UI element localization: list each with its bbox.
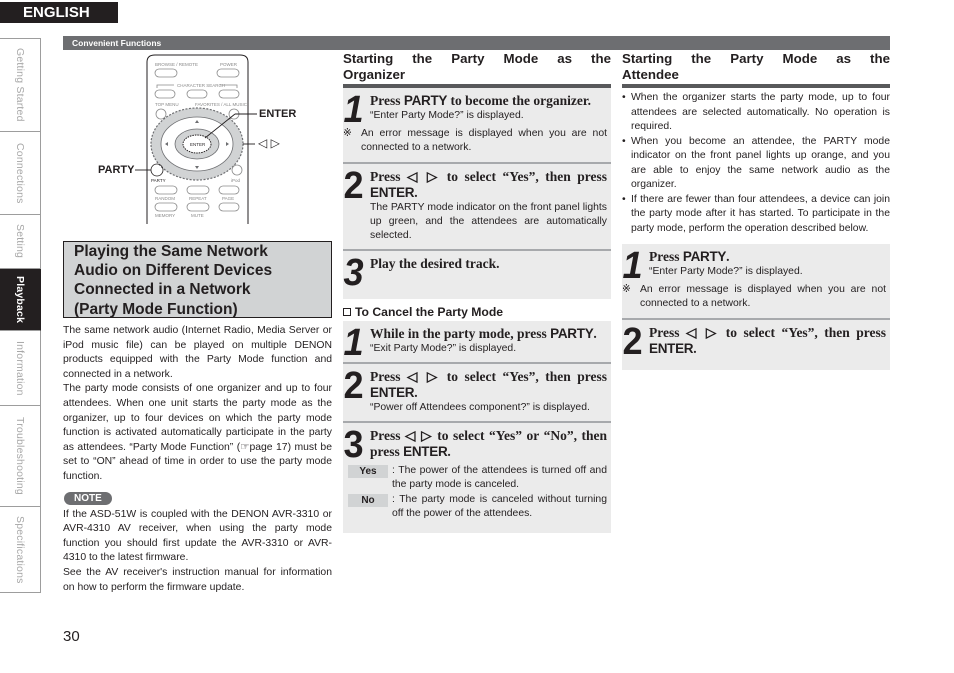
side-nav-information[interactable]: Information bbox=[0, 331, 41, 406]
step-number: 1 bbox=[622, 245, 643, 287]
enter-key: ENTER bbox=[403, 443, 448, 459]
step-number: 2 bbox=[343, 164, 364, 207]
step-title: Press ◁ ▷ to select “Yes”, then press EN… bbox=[370, 168, 607, 200]
party-key: PARTY bbox=[550, 325, 594, 341]
option-yes: Yes : The power of the attendees is turn… bbox=[348, 464, 607, 493]
remote-label-favorites: FAVORITES / ALL MUSIC bbox=[195, 102, 248, 107]
party-key: PARTY bbox=[403, 93, 448, 108]
bullet-item: If there are fewer than four attendees, … bbox=[622, 193, 890, 237]
attendee-heading: Starting the Party Mode as the Attendee bbox=[622, 51, 890, 88]
note-paragraph-2: See the AV receiver's instruction manual… bbox=[63, 566, 332, 593]
side-nav-getting-started[interactable]: Getting Started bbox=[0, 38, 41, 132]
party-key: PARTY bbox=[682, 249, 727, 264]
cancel-subheading: To Cancel the Party Mode bbox=[343, 298, 611, 321]
step-description: “Enter Party Mode?” is displayed. bbox=[370, 110, 524, 121]
step-title: Play the desired track. bbox=[370, 255, 500, 271]
remote-label-char-search: CHARACTER SEARCH bbox=[177, 83, 225, 88]
remote-label-browse: BROWSE / REMOTE bbox=[155, 62, 198, 67]
remote-label-mute: MUTE bbox=[191, 213, 204, 218]
remote-label-top-menu: TOP MENU bbox=[155, 102, 179, 107]
section-title-box: Playing the Same Network Audio on Differ… bbox=[63, 241, 332, 318]
section-title-line: Audio on Different Devices bbox=[74, 262, 273, 280]
callout-enter: ENTER bbox=[259, 108, 296, 120]
step-title: While in the party mode, press PARTY. bbox=[370, 325, 597, 341]
organizer-step-3: 3 Play the desired track. bbox=[343, 250, 611, 299]
bullet-item: When you become an attendee, the PARTY m… bbox=[622, 135, 890, 193]
step-title: Press PARTY to become the organizer. bbox=[370, 93, 591, 108]
remote-label-page: PAGE bbox=[222, 196, 234, 201]
section-title-line: (Party Mode Function) bbox=[74, 300, 238, 318]
step-number: 2 bbox=[622, 320, 643, 363]
cancel-step-1: 1 While in the party mode, press PARTY. … bbox=[343, 320, 611, 364]
step-title: Press PARTY. bbox=[649, 249, 730, 264]
remote-label-ipod: iPod bbox=[231, 178, 241, 183]
side-nav-playback[interactable]: Playback bbox=[0, 269, 41, 331]
option-key: No bbox=[348, 493, 388, 507]
organizer-step-1: 1 Press PARTY to become the organizer. “… bbox=[343, 88, 611, 164]
organizer-column: Starting the Party Mode as the Organizer 1 Pr… bbox=[343, 51, 611, 534]
page-number: 30 bbox=[63, 628, 80, 645]
step-number: 3 bbox=[343, 251, 364, 294]
step-title: Press ◁ ▷ to select “Yes”, then press EN… bbox=[649, 324, 886, 356]
checkbox-bullet-icon bbox=[343, 307, 351, 316]
side-nav: Getting Started Connections Setting Play… bbox=[0, 38, 41, 593]
remote-enter-key: ENTER bbox=[190, 142, 206, 147]
step-description: “Power off Attendees component?” is disp… bbox=[370, 401, 590, 413]
remote-label-random: RANDOM bbox=[155, 196, 175, 201]
enter-key: ENTER bbox=[649, 340, 694, 356]
step-number: 1 bbox=[343, 321, 364, 364]
section-bar: Convenient Functions bbox=[63, 36, 890, 50]
intro-paragraph-1: The same network audio (Internet Radio, … bbox=[63, 325, 332, 380]
note-badge: NOTE bbox=[64, 491, 112, 505]
enter-key: ENTER bbox=[370, 384, 415, 400]
step-note: ※ An error message is displayed when you … bbox=[343, 128, 607, 154]
intro-text: The same network audio (Internet Radio, … bbox=[63, 324, 332, 595]
step-description: “Exit Party Mode?” is displayed. bbox=[370, 342, 517, 354]
cancel-step-3: 3 Press ◁ ▷ to select “Yes” or “No”, the… bbox=[343, 422, 611, 534]
remote-label-repeat: REPEAT bbox=[189, 196, 207, 201]
callout-cursor: ◁ ▷ bbox=[258, 136, 281, 150]
attendee-column: StartingthePartyModeasthe Attendee When … bbox=[622, 51, 890, 370]
cancel-step-2: 2 Press ◁ ▷ to select “Yes”, then press … bbox=[343, 363, 611, 423]
step-number: 3 bbox=[343, 423, 364, 466]
enter-key: ENTER bbox=[370, 184, 415, 200]
language-tab[interactable]: ENGLISH bbox=[0, 2, 118, 23]
step-title: Press ◁ ▷ to select “Yes”, then press EN… bbox=[370, 368, 607, 400]
option-description: : The party mode is canceled without tur… bbox=[392, 493, 607, 520]
option-key: Yes bbox=[348, 464, 388, 478]
step-number: 1 bbox=[343, 89, 364, 131]
option-no: No : The party mode is canceled without … bbox=[348, 493, 607, 522]
section-title-line: Connected in a Network bbox=[74, 281, 251, 299]
callout-party: PARTY bbox=[98, 164, 135, 176]
remote-control-illustration: BROWSE / REMOTE POWER CHARACTER SEARCH T… bbox=[98, 54, 296, 224]
side-nav-troubleshooting[interactable]: Troubleshooting bbox=[0, 406, 41, 507]
attendee-step-2: 2 Press ◁ ▷ to select “Yes”, then press … bbox=[622, 319, 890, 370]
note-paragraph-1: If the ASD-51W is coupled with the DENON… bbox=[63, 508, 332, 564]
step-note: ※ An error message is displayed when you … bbox=[622, 284, 886, 310]
step-description: The PARTY mode indicator on the front pa… bbox=[370, 201, 607, 241]
step-description: “Enter Party Mode?” is displayed. bbox=[649, 266, 803, 277]
side-nav-setting[interactable]: Setting bbox=[0, 215, 41, 269]
option-description: : The power of the attendees is turned o… bbox=[392, 464, 607, 491]
side-nav-specifications[interactable]: Specifications bbox=[0, 507, 41, 593]
remote-label-memory: MEMORY bbox=[155, 213, 175, 218]
organizer-heading: Starting the Party Mode as the Organizer bbox=[343, 51, 611, 88]
step-title: Press ◁ ▷ to select “Yes” or “No”, then … bbox=[370, 427, 607, 459]
bullet-item: When the organizer starts the party mode… bbox=[622, 91, 890, 135]
attendee-step-1: 1 Press PARTY. “Enter Party Mode?” is di… bbox=[622, 244, 890, 320]
remote-label-power: POWER bbox=[220, 62, 238, 67]
side-nav-connections[interactable]: Connections bbox=[0, 132, 41, 215]
remote-label-party: PARTY bbox=[151, 178, 166, 183]
step-number: 2 bbox=[343, 364, 364, 407]
attendee-bullets: When the organizer starts the party mode… bbox=[622, 91, 890, 236]
section-title-line: Playing the Same Network bbox=[74, 243, 268, 260]
intro-paragraph-2: The party mode consists of one organizer… bbox=[63, 383, 332, 482]
organizer-step-2: 2 Press ◁ ▷ to select “Yes”, then press … bbox=[343, 163, 611, 251]
